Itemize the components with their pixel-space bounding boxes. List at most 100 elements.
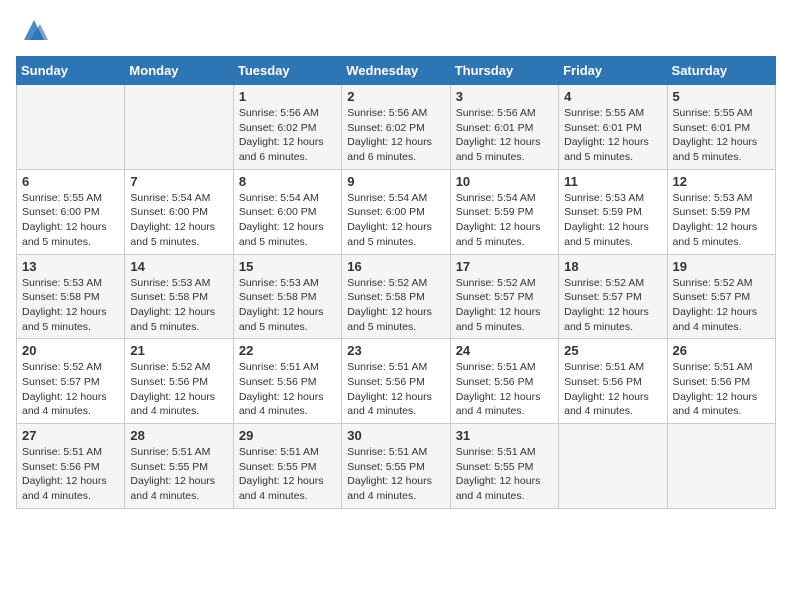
week-row-4: 20Sunrise: 5:52 AM Sunset: 5:57 PM Dayli… [17, 339, 776, 424]
calendar-cell: 18 Sunrise: 5:52 AM Sunset: 5:57 PM Dayli… [559, 254, 667, 339]
day-info: Sunrise: 5:52 AM Sunset: 5:56 PM Dayligh… [130, 361, 215, 417]
logo [16, 16, 48, 44]
day-number: 15 [239, 259, 336, 274]
week-row-2: 6 Sunrise: 5:55 AM Sunset: 6:00 PM Daylig… [17, 169, 776, 254]
calendar-cell: 2Sunrise: 5:56 AM Sunset: 6:02 PM Daylig… [342, 85, 450, 170]
calendar-cell: 4 Sunrise: 5:55 AM Sunset: 6:01 PM Daylig… [559, 85, 667, 170]
day-number: 18 [564, 259, 661, 274]
day-info: Sunrise: 5:56 AM Sunset: 6:01 PM Dayligh… [456, 107, 541, 163]
day-info: Sunrise: 5:51 AM Sunset: 5:56 PM Dayligh… [673, 361, 758, 417]
header-day-wednesday: Wednesday [342, 57, 450, 85]
day-number: 28 [130, 428, 227, 443]
day-info: Sunrise: 5:51 AM Sunset: 5:56 PM Dayligh… [22, 446, 107, 502]
header-day-friday: Friday [559, 57, 667, 85]
calendar-cell: 10 Sunrise: 5:54 AM Sunset: 5:59 PM Dayli… [450, 169, 558, 254]
day-info: Sunrise: 5:53 AM Sunset: 5:58 PM Dayligh… [130, 277, 215, 333]
day-info: Sunrise: 5:52 AM Sunset: 5:58 PM Dayligh… [347, 277, 432, 333]
calendar-cell: 17Sunrise: 5:52 AM Sunset: 5:57 PM Dayli… [450, 254, 558, 339]
day-number: 24 [456, 343, 553, 358]
calendar-cell: 6 Sunrise: 5:55 AM Sunset: 6:00 PM Daylig… [17, 169, 125, 254]
calendar-cell: 8 Sunrise: 5:54 AM Sunset: 6:00 PM Daylig… [233, 169, 341, 254]
header-row: SundayMondayTuesdayWednesdayThursdayFrid… [17, 57, 776, 85]
day-number: 17 [456, 259, 553, 274]
day-number: 6 [22, 174, 119, 189]
day-info: Sunrise: 5:51 AM Sunset: 5:56 PM Dayligh… [347, 361, 432, 417]
day-info: Sunrise: 5:52 AM Sunset: 5:57 PM Dayligh… [564, 277, 649, 333]
calendar-cell: 29 Sunrise: 5:51 AM Sunset: 5:55 PM Dayli… [233, 424, 341, 509]
calendar-cell: 23Sunrise: 5:51 AM Sunset: 5:56 PM Dayli… [342, 339, 450, 424]
day-info: Sunrise: 5:51 AM Sunset: 5:55 PM Dayligh… [347, 446, 432, 502]
calendar-cell: 3 Sunrise: 5:56 AM Sunset: 6:01 PM Daylig… [450, 85, 558, 170]
day-number: 3 [456, 89, 553, 104]
calendar-cell: 26Sunrise: 5:51 AM Sunset: 5:56 PM Dayli… [667, 339, 775, 424]
day-number: 5 [673, 89, 770, 104]
day-info: Sunrise: 5:56 AM Sunset: 6:02 PM Dayligh… [239, 107, 324, 163]
day-number: 9 [347, 174, 444, 189]
day-info: Sunrise: 5:55 AM Sunset: 6:00 PM Dayligh… [22, 192, 107, 248]
day-info: Sunrise: 5:51 AM Sunset: 5:55 PM Dayligh… [456, 446, 541, 502]
day-number: 31 [456, 428, 553, 443]
day-info: Sunrise: 5:51 AM Sunset: 5:56 PM Dayligh… [239, 361, 324, 417]
day-number: 20 [22, 343, 119, 358]
day-info: Sunrise: 5:52 AM Sunset: 5:57 PM Dayligh… [673, 277, 758, 333]
day-info: Sunrise: 5:55 AM Sunset: 6:01 PM Dayligh… [564, 107, 649, 163]
day-info: Sunrise: 5:53 AM Sunset: 5:58 PM Dayligh… [22, 277, 107, 333]
logo-icon [20, 16, 48, 44]
calendar-cell: 9 Sunrise: 5:54 AM Sunset: 6:00 PM Daylig… [342, 169, 450, 254]
week-row-1: 1 Sunrise: 5:56 AM Sunset: 6:02 PM Daylig… [17, 85, 776, 170]
calendar-cell: 1 Sunrise: 5:56 AM Sunset: 6:02 PM Daylig… [233, 85, 341, 170]
day-number: 27 [22, 428, 119, 443]
day-info: Sunrise: 5:53 AM Sunset: 5:58 PM Dayligh… [239, 277, 324, 333]
day-info: Sunrise: 5:55 AM Sunset: 6:01 PM Dayligh… [673, 107, 758, 163]
header-day-saturday: Saturday [667, 57, 775, 85]
calendar-cell: 11 Sunrise: 5:53 AM Sunset: 5:59 PM Dayli… [559, 169, 667, 254]
calendar-cell: 19 Sunrise: 5:52 AM Sunset: 5:57 PM Dayli… [667, 254, 775, 339]
calendar-cell [17, 85, 125, 170]
day-number: 16 [347, 259, 444, 274]
header-day-monday: Monday [125, 57, 233, 85]
calendar-cell: 27 Sunrise: 5:51 AM Sunset: 5:56 PM Dayli… [17, 424, 125, 509]
header-day-tuesday: Tuesday [233, 57, 341, 85]
day-info: Sunrise: 5:51 AM Sunset: 5:55 PM Dayligh… [239, 446, 324, 502]
day-number: 8 [239, 174, 336, 189]
calendar-cell: 5 Sunrise: 5:55 AM Sunset: 6:01 PM Daylig… [667, 85, 775, 170]
calendar-cell: 30Sunrise: 5:51 AM Sunset: 5:55 PM Dayli… [342, 424, 450, 509]
week-row-3: 13Sunrise: 5:53 AM Sunset: 5:58 PM Dayli… [17, 254, 776, 339]
day-number: 12 [673, 174, 770, 189]
day-number: 1 [239, 89, 336, 104]
calendar-cell: 21 Sunrise: 5:52 AM Sunset: 5:56 PM Dayli… [125, 339, 233, 424]
day-number: 19 [673, 259, 770, 274]
calendar-cell [125, 85, 233, 170]
week-row-5: 27 Sunrise: 5:51 AM Sunset: 5:56 PM Dayli… [17, 424, 776, 509]
day-info: Sunrise: 5:54 AM Sunset: 6:00 PM Dayligh… [130, 192, 215, 248]
day-number: 4 [564, 89, 661, 104]
calendar-cell: 15 Sunrise: 5:53 AM Sunset: 5:58 PM Dayli… [233, 254, 341, 339]
calendar-cell: 13Sunrise: 5:53 AM Sunset: 5:58 PM Dayli… [17, 254, 125, 339]
calendar-cell: 25 Sunrise: 5:51 AM Sunset: 5:56 PM Dayli… [559, 339, 667, 424]
calendar-cell: 14 Sunrise: 5:53 AM Sunset: 5:58 PM Dayli… [125, 254, 233, 339]
day-number: 25 [564, 343, 661, 358]
day-number: 21 [130, 343, 227, 358]
calendar-cell: 24Sunrise: 5:51 AM Sunset: 5:56 PM Dayli… [450, 339, 558, 424]
day-number: 10 [456, 174, 553, 189]
day-info: Sunrise: 5:53 AM Sunset: 5:59 PM Dayligh… [673, 192, 758, 248]
calendar-cell [559, 424, 667, 509]
calendar-cell [667, 424, 775, 509]
day-info: Sunrise: 5:54 AM Sunset: 5:59 PM Dayligh… [456, 192, 541, 248]
day-info: Sunrise: 5:56 AM Sunset: 6:02 PM Dayligh… [347, 107, 432, 163]
day-info: Sunrise: 5:54 AM Sunset: 6:00 PM Dayligh… [239, 192, 324, 248]
day-number: 7 [130, 174, 227, 189]
day-number: 11 [564, 174, 661, 189]
day-info: Sunrise: 5:53 AM Sunset: 5:59 PM Dayligh… [564, 192, 649, 248]
calendar-cell: 12 Sunrise: 5:53 AM Sunset: 5:59 PM Dayli… [667, 169, 775, 254]
day-info: Sunrise: 5:51 AM Sunset: 5:55 PM Dayligh… [130, 446, 215, 502]
page-header [16, 16, 776, 44]
day-info: Sunrise: 5:54 AM Sunset: 6:00 PM Dayligh… [347, 192, 432, 248]
day-number: 14 [130, 259, 227, 274]
header-day-sunday: Sunday [17, 57, 125, 85]
calendar-cell: 20Sunrise: 5:52 AM Sunset: 5:57 PM Dayli… [17, 339, 125, 424]
day-number: 29 [239, 428, 336, 443]
calendar-table: SundayMondayTuesdayWednesdayThursdayFrid… [16, 56, 776, 509]
calendar-cell: 7 Sunrise: 5:54 AM Sunset: 6:00 PM Daylig… [125, 169, 233, 254]
day-info: Sunrise: 5:51 AM Sunset: 5:56 PM Dayligh… [564, 361, 649, 417]
